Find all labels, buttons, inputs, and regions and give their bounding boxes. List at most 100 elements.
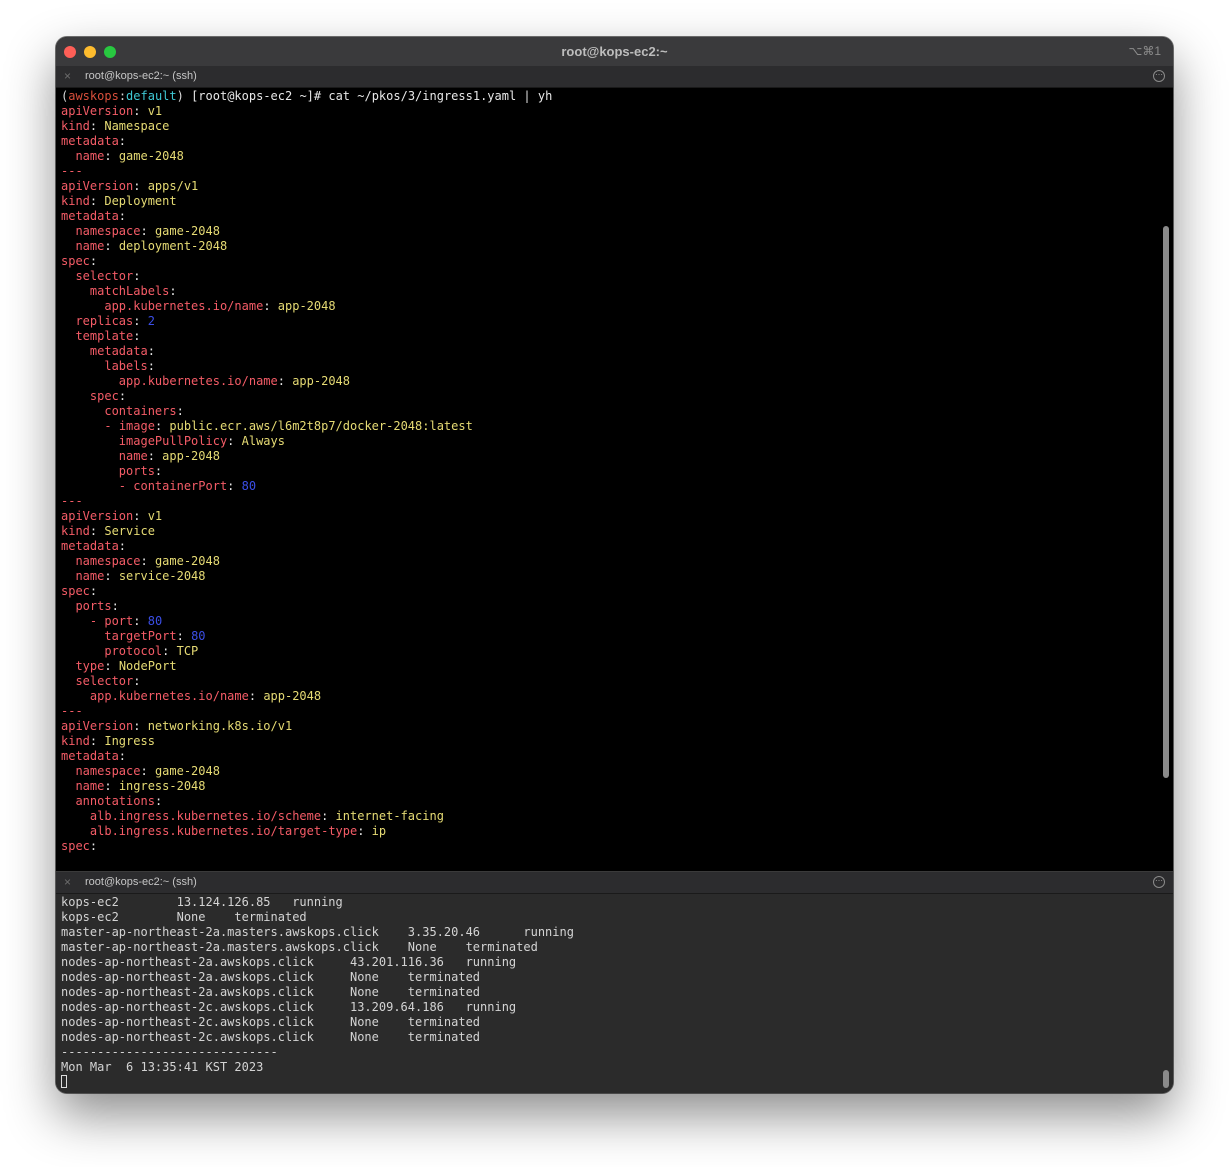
yaml-line: apiVersion: v1 (61, 104, 163, 118)
yaml-value: app-2048 (292, 374, 350, 388)
yaml-key: targetPort (104, 629, 177, 643)
yaml-line: name: ingress-2048 (61, 779, 552, 794)
yaml-value: public.ecr.aws/l6m2t8p7/docker-2048:late… (169, 419, 473, 433)
close-icon[interactable]: × (64, 876, 71, 888)
yaml-key: image (118, 419, 155, 433)
yaml-key: name (118, 449, 148, 463)
more-options-icon[interactable]: ⋯ (1153, 876, 1165, 888)
output-line: master-ap-northeast-2a.masters.awskops.c… (61, 940, 538, 954)
session-tab-top[interactable]: × root@kops-ec2:~ (ssh) ⋯ (56, 66, 1173, 88)
window-shortcut: ⌥⌘1 (1128, 44, 1161, 58)
yaml-indent (61, 314, 75, 328)
yaml-indent (61, 599, 75, 613)
yaml-indent (61, 434, 119, 448)
yaml-value: app-2048 (277, 299, 336, 313)
yaml-line: name: service-2048 (61, 569, 552, 584)
yaml-line: alb.ingress.kubernetes.io/target-type: i… (61, 824, 552, 839)
yaml-indent (61, 224, 75, 238)
yaml-key: namespace (75, 224, 141, 238)
yaml-line: kind: Deployment (61, 194, 177, 208)
yaml-key: spec (61, 254, 90, 268)
yaml-line: app.kubernetes.io/name: app-2048 (61, 374, 552, 389)
yaml-key: apiVersion (61, 179, 134, 193)
yaml-key: ports (118, 464, 155, 478)
yaml-line: annotations: (61, 794, 552, 809)
yaml-value: Deployment (104, 194, 177, 208)
yaml-key: labels (104, 359, 148, 373)
yaml-indent (61, 404, 104, 418)
yaml-line: imagePullPolicy: Always (61, 434, 552, 449)
yaml-line: --- (61, 494, 552, 509)
yaml-key: namespace (75, 554, 141, 568)
yaml-line: spec: (61, 254, 98, 268)
yaml-list-dash: - (89, 614, 105, 628)
yaml-indent (61, 794, 75, 808)
yaml-indent (61, 554, 75, 568)
terminal-window: root@kops-ec2:~ ⌥⌘1 × root@kops-ec2:~ (s… (56, 37, 1173, 1093)
yaml-value: app-2048 (162, 449, 220, 463)
yaml-line: protocol: TCP (61, 644, 552, 659)
yaml-line: selector: (61, 269, 552, 284)
yaml-line: namespace: game-2048 (61, 764, 552, 779)
yaml-indent (61, 809, 90, 823)
yaml-line: name: app-2048 (61, 449, 552, 464)
yaml-line: apiVersion: apps/v1 (61, 179, 199, 193)
close-icon[interactable]: × (64, 70, 71, 82)
yaml-key: apiVersion (61, 104, 134, 118)
yaml-key: spec (61, 584, 90, 598)
yaml-value: service-2048 (118, 569, 206, 583)
yaml-value: game-2048 (118, 149, 184, 163)
yaml-key: alb.ingress.kubernetes.io/target-type (89, 824, 358, 838)
yaml-indent (61, 449, 119, 463)
yaml-doc-separator: --- (61, 494, 83, 508)
output-line: nodes-ap-northeast-2c.awskops.click None… (61, 1015, 481, 1029)
yaml-key: apiVersion (61, 509, 134, 523)
output-line: nodes-ap-northeast-2c.awskops.click 13.2… (61, 1000, 517, 1014)
yaml-key: app.kubernetes.io/name (104, 299, 264, 313)
yaml-indent (61, 389, 90, 403)
yaml-indent (61, 464, 119, 478)
yaml-key: metadata (61, 749, 119, 763)
yaml-key: metadata (61, 209, 119, 223)
yaml-value: game-2048 (154, 764, 220, 778)
yaml-key: spec (61, 839, 90, 853)
scrollbar-bottom[interactable] (1163, 1070, 1169, 1088)
yaml-line: --- (61, 704, 552, 719)
yaml-value: networking.k8s.io/v1 (147, 719, 293, 733)
yaml-key: selector (75, 269, 134, 283)
shell-prompt: [root@kops-ec2 ~]# (183, 89, 329, 103)
yaml-line: labels: (61, 359, 552, 374)
yaml-line: - containerPort: 80 (61, 479, 552, 494)
yaml-line: - port: 80 (61, 614, 552, 629)
output-line: nodes-ap-northeast-2c.awskops.click None… (61, 1030, 481, 1044)
yaml-indent (61, 764, 75, 778)
title-bar[interactable]: root@kops-ec2:~ ⌥⌘1 (56, 37, 1173, 67)
yaml-key: containerPort (133, 479, 228, 493)
yaml-key: name (75, 149, 105, 163)
kube-context: awskops (68, 89, 119, 103)
yaml-key: name (75, 239, 105, 253)
yaml-line: matchLabels: (61, 284, 552, 299)
scrollbar-top[interactable] (1163, 226, 1169, 778)
yaml-line: kind: Ingress (61, 734, 155, 748)
terminal-pane-bottom[interactable]: kops-ec2 13.124.126.85 running kops-ec2 N… (56, 894, 1173, 1093)
yaml-value: deployment-2048 (118, 239, 228, 253)
more-options-icon[interactable]: ⋯ (1153, 70, 1165, 82)
yaml-value: 2 (147, 314, 155, 328)
session-tab-bottom[interactable]: × root@kops-ec2:~ (ssh) ⋯ (56, 872, 1173, 894)
yaml-list-dash: - (104, 419, 119, 433)
terminal-output: (awskops:default) [root@kops-ec2 ~]# cat… (61, 89, 552, 854)
yaml-indent (61, 824, 90, 838)
session-tab-title: root@kops-ec2:~ (ssh) (85, 876, 197, 888)
yaml-value: game-2048 (154, 554, 220, 568)
yaml-indent (61, 569, 75, 583)
yaml-indent (61, 329, 75, 343)
yaml-key: metadata (89, 344, 148, 358)
yaml-key: protocol (104, 644, 163, 658)
yaml-key: metadata (61, 134, 119, 148)
terminal-pane-top[interactable]: (awskops:default) [root@kops-ec2 ~]# cat… (56, 88, 1173, 871)
yaml-key: metadata (61, 539, 119, 553)
yaml-key: port (104, 614, 134, 628)
yaml-key: name (75, 779, 105, 793)
yaml-key: kind (61, 734, 90, 748)
